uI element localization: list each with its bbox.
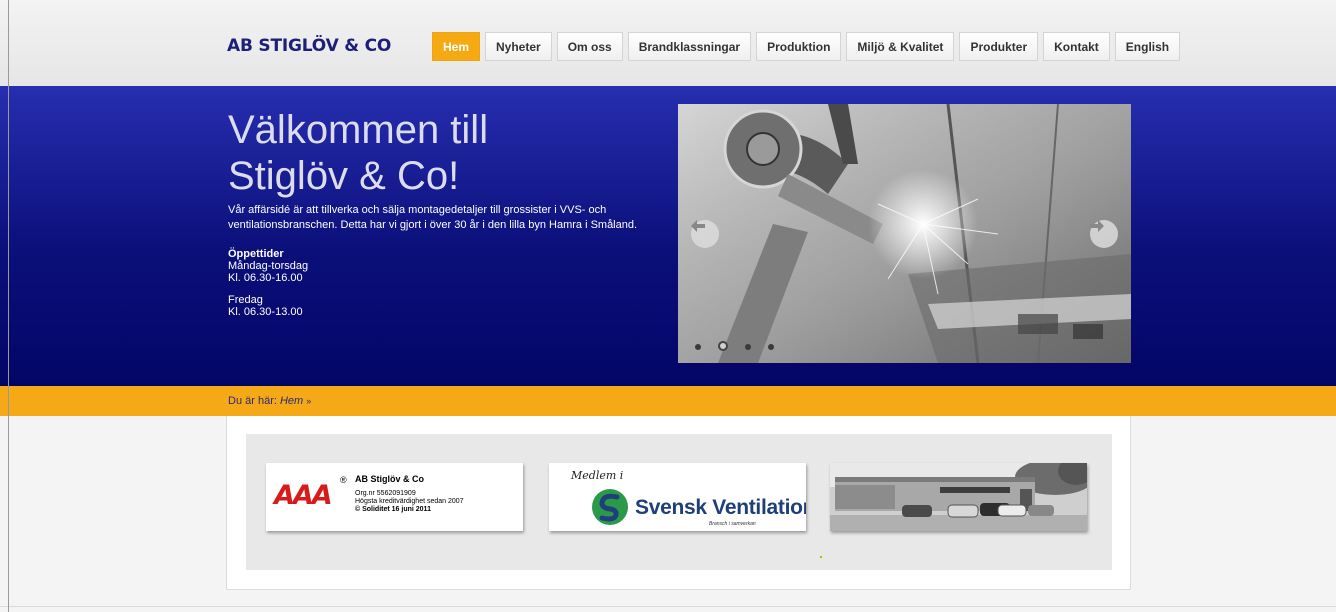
- slider-dot-4[interactable]: [768, 344, 774, 350]
- factory-building-photo-card[interactable]: [830, 463, 1087, 531]
- opening-hours-heading: Öppettider: [228, 248, 284, 260]
- nav-item-english[interactable]: English: [1114, 32, 1181, 61]
- opening-hours: Öppettider Måndag-torsdag Kl. 06.30-16.0…: [228, 248, 528, 318]
- weekday-hours: Kl. 06.30-16.00: [228, 272, 303, 284]
- slider-dot-1[interactable]: [695, 344, 701, 350]
- slider-dot-3[interactable]: [745, 344, 751, 350]
- aaa-orgnr: Org.nr 5562091909: [355, 490, 416, 497]
- svensk-ventilation-s-icon: [592, 489, 628, 525]
- arrow-left-icon: [691, 220, 705, 232]
- site-header: AB STIGLÖV & CO Hem Nyheter Om oss Brand…: [0, 0, 1336, 86]
- slider-prev-button[interactable]: [691, 220, 719, 248]
- nav-item-produktion[interactable]: Produktion: [756, 32, 842, 61]
- friday-hours: Kl. 06.30-13.00: [228, 306, 303, 318]
- hero-title-line2: Stiglöv & Co!: [228, 154, 460, 198]
- partner-logos-panel: AAA ® AB Stiglöv & Co Org.nr 5562091909 …: [246, 434, 1112, 570]
- aaa-company-name: AB Stiglöv & Co: [355, 474, 424, 484]
- aaa-credit-badge[interactable]: AAA ® AB Stiglöv & Co Org.nr 5562091909 …: [266, 463, 523, 531]
- aaa-source: © Soliditet 16 juni 2011: [355, 506, 431, 513]
- arrow-right-icon: [1090, 220, 1104, 232]
- hero-title-line1: Välkommen till: [228, 108, 489, 152]
- friday-label: Fredag: [228, 294, 263, 306]
- factory-building-photo: [830, 463, 1087, 531]
- svensk-ventilation-name: Svensk Ventilation: [635, 496, 806, 519]
- slider-pagination: [695, 341, 791, 351]
- nav-item-produkter[interactable]: Produkter: [959, 32, 1039, 61]
- breadcrumb-prefix: Du är här:: [228, 395, 277, 407]
- hero-section: Välkommen till Stiglöv & Co! Vår affärsi…: [0, 86, 1336, 386]
- hero-title: Välkommen till Stiglöv & Co!: [228, 107, 648, 199]
- main-content: AAA ® AB Stiglöv & Co Org.nr 5562091909 …: [226, 416, 1131, 590]
- svensk-ventilation-tagline: Bransch i samverkan: [709, 521, 756, 527]
- breadcrumb-separator: »: [306, 396, 312, 406]
- page-left-border: [8, 0, 9, 612]
- nav-item-om-oss[interactable]: Om oss: [556, 32, 623, 61]
- aaa-logo: AAA: [274, 480, 333, 511]
- nav-item-brandklassningar[interactable]: Brandklassningar: [627, 32, 752, 61]
- registered-mark: ®: [340, 475, 347, 485]
- aaa-rating: Högsta kreditvärdighet sedan 2007: [355, 498, 464, 505]
- hero-description: Vår affärsidé är att tillverka och sälja…: [228, 204, 638, 231]
- breadcrumb-bar: Du är här: Hem »: [0, 386, 1336, 416]
- breadcrumb: Du är här: Hem »: [228, 395, 311, 407]
- aaa-details: Org.nr 5562091909 Högsta kreditvärdighet…: [355, 490, 464, 514]
- slider-next-button[interactable]: [1090, 220, 1118, 248]
- nav-item-nyheter[interactable]: Nyheter: [485, 32, 552, 61]
- weekday-label: Måndag-torsdag: [228, 260, 309, 272]
- medlem-text: Medlem i: [571, 469, 624, 482]
- footer-divider: [0, 606, 1336, 607]
- nav-item-kontakt[interactable]: Kontakt: [1043, 32, 1110, 61]
- welding-robot-photo: [678, 104, 1131, 363]
- nav-item-hem[interactable]: Hem: [432, 32, 481, 61]
- svensk-ventilation-badge[interactable]: Medlem i Svensk Ventilation Bransch i sa…: [549, 463, 806, 531]
- breadcrumb-link-hem[interactable]: Hem: [280, 395, 303, 407]
- decorative-dot: [820, 556, 822, 558]
- slider-dot-2[interactable]: [718, 341, 728, 351]
- image-slider[interactable]: [678, 104, 1131, 363]
- nav-item-miljo-kvalitet[interactable]: Miljö & Kvalitet: [846, 32, 955, 61]
- site-logo[interactable]: AB STIGLÖV & CO: [227, 36, 391, 56]
- main-nav: Hem Nyheter Om oss Brandklassningar Prod…: [432, 32, 1185, 61]
